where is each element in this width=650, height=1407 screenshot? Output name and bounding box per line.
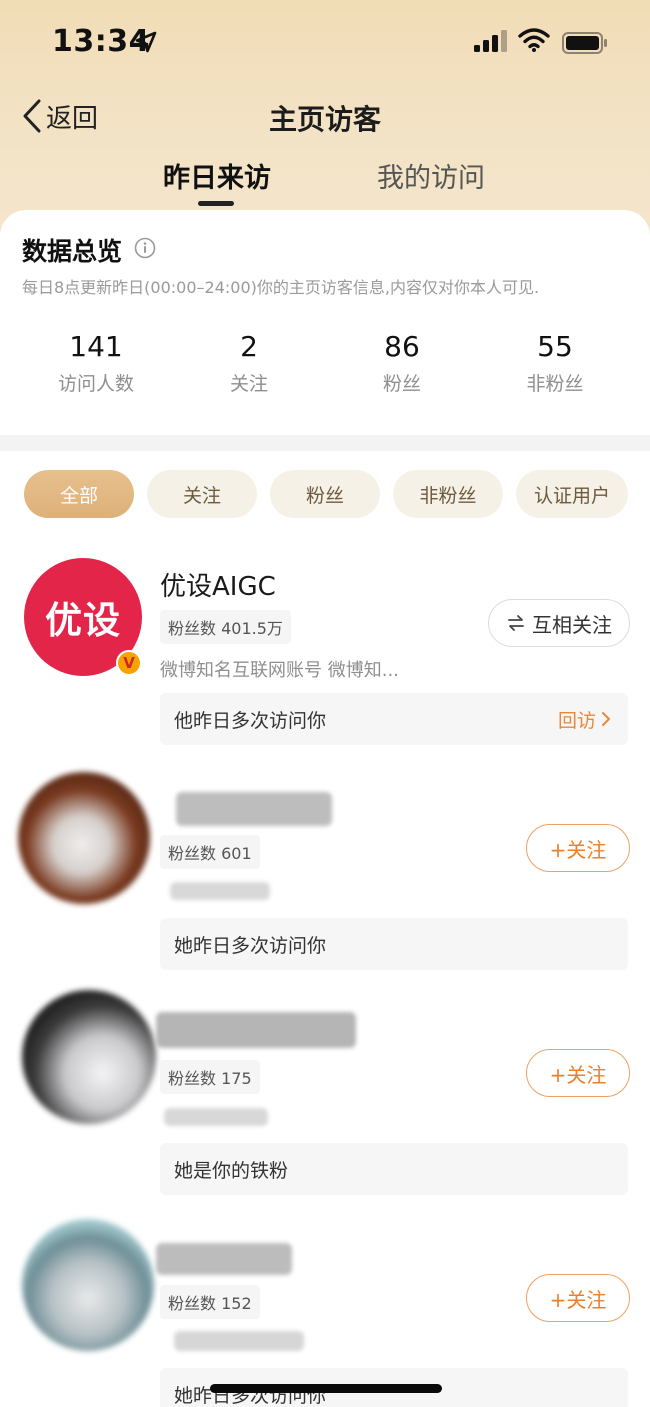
battery-icon [562,32,607,54]
blurred-description [164,1108,268,1126]
filter-chip-following[interactable]: 关注 [147,470,257,518]
info-icon[interactable] [134,237,156,259]
fans-count-tag: 粉丝数 152 [160,1285,260,1319]
status-bar: 13:34 [0,0,650,88]
visitor-item: 粉丝数 152 +关注 她昨日多次访问你 [0,1215,650,1407]
follow-button[interactable]: +关注 [526,824,630,872]
wifi-icon [518,28,550,52]
mutual-follow-label: 互相关注 [532,612,612,637]
visit-message: 她昨日多次访问你 [160,918,628,970]
stat-value: 2 [240,330,258,363]
visitor-item: 粉丝数 601 +关注 她昨日多次访问你 [0,770,650,970]
visit-message: 她是你的铁粉 [160,1143,628,1195]
overview-description: 每日8点更新昨日(00:00–24:00)你的主页访客信息,内容仅对你本人可见. [22,278,540,297]
page-title: 主页访客 [268,103,381,136]
filter-chip-all[interactable]: 全部 [24,470,134,518]
stat-label: 访问人数 [57,373,134,395]
visit-message-text: 他昨日多次访问你 [174,709,327,732]
visitors-page: 13:34 返回 主页访客 昨日来访 我的访问 数据总览 每日8点更新昨日(00… [0,0,650,1407]
tab-yesterday-visits[interactable]: 昨日来访 [163,156,271,195]
swap-arrows-icon [508,615,524,631]
visitor-name[interactable]: 优设AIGC [160,566,276,603]
visitor-item: 优设 V 优设AIGC 粉丝数 401.5万 互相关注 微博知名互联网账号 微博… [0,558,650,748]
follow-button[interactable]: +关注 [526,1274,630,1322]
stat-label: 关注 [229,373,268,395]
overview-title: 数据总览 [22,237,123,266]
blurred-name [156,1012,356,1048]
avatar[interactable] [18,772,150,904]
data-overview-card: 数据总览 每日8点更新昨日(00:00–24:00)你的主页访客信息,内容仅对你… [0,210,650,435]
blurred-name [156,1243,292,1275]
stat-label: 粉丝 [382,373,421,395]
follow-button[interactable]: +关注 [526,1049,630,1097]
stat-fans[interactable]: 86 粉丝 [327,330,477,396]
blurred-name [176,792,332,826]
stat-value: 141 [69,330,123,363]
fans-count-tag: 粉丝数 401.5万 [160,610,291,644]
blurred-description [170,882,270,900]
chevron-right-icon [602,712,610,726]
stat-value: 86 [384,330,420,363]
verified-badge-icon: V [116,650,142,676]
filter-chip-non-fans[interactable]: 非粉丝 [393,470,503,518]
avatar[interactable] [22,990,156,1124]
visitor-item: 粉丝数 175 +关注 她是你的铁粉 [0,990,650,1195]
filter-chip-fans[interactable]: 粉丝 [270,470,380,518]
visit-message: 他昨日多次访问你 回访 [160,693,628,745]
avatar[interactable] [22,1219,154,1351]
revisit-button[interactable]: 回访 [558,693,612,745]
tab-indicator [198,201,234,206]
stat-label: 非粉丝 [526,373,584,395]
blurred-description [174,1331,304,1351]
fans-count-tag: 粉丝数 175 [160,1060,260,1094]
home-indicator [210,1384,442,1393]
signal-icon [474,30,507,52]
fans-count-tag: 粉丝数 601 [160,835,260,869]
section-divider [0,435,650,451]
stat-non-fans[interactable]: 55 非粉丝 [480,330,630,396]
stat-visitors[interactable]: 141 访问人数 [21,330,171,396]
visitor-description: 微博知名互联网账号 微博知... [160,660,399,681]
stat-following[interactable]: 2 关注 [174,330,324,396]
revisit-label: 回访 [557,709,596,732]
mutual-follow-button[interactable]: 互相关注 [488,599,630,647]
stat-value: 55 [537,330,573,363]
filter-chip-verified[interactable]: 认证用户 [516,470,628,518]
tab-my-visits[interactable]: 我的访问 [377,156,485,195]
location-arrow-icon [135,31,157,53]
